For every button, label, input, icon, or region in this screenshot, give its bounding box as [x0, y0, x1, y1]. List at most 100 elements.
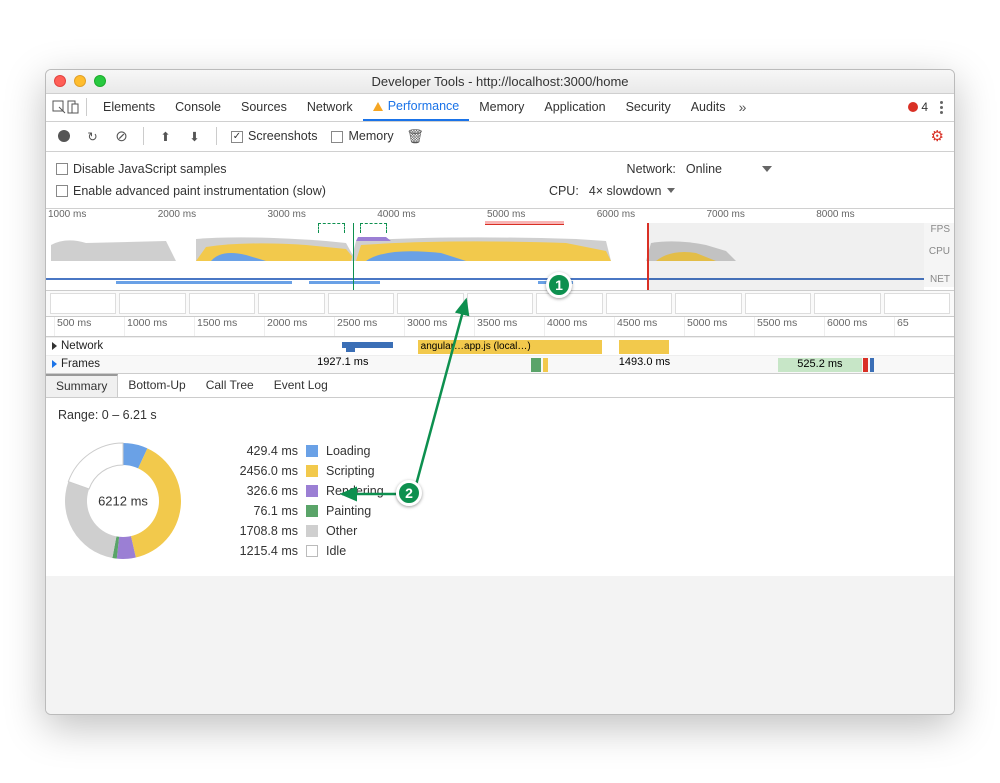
tab-label: Security [626, 100, 671, 114]
legend-row: 429.4 msLoading [228, 441, 384, 461]
warning-icon [373, 102, 383, 111]
filmstrip-frame [606, 293, 672, 314]
paint-instr-toggle[interactable]: Enable advanced paint instrumentation (s… [56, 184, 326, 198]
filmstrip-frame [745, 293, 811, 314]
network-value: Online [686, 162, 722, 176]
checkbox-icon: ✓ [231, 131, 243, 143]
filmstrip[interactable] [46, 291, 954, 317]
legend-name: Painting [326, 504, 371, 518]
frame-value: 1927.1 ms [317, 356, 368, 368]
filmstrip-frame [536, 293, 602, 314]
tab-label: Console [175, 100, 221, 114]
legend-swatch [306, 525, 318, 537]
load-icon[interactable]: ⬆ [158, 129, 173, 144]
legend-value: 326.6 ms [228, 484, 298, 498]
tab-network[interactable]: Network [297, 94, 363, 121]
screenshots-toggle[interactable]: ✓ Screenshots [231, 129, 317, 143]
time-ruler: 500 ms1000 ms1500 ms2000 ms2500 ms3000 m… [46, 317, 954, 337]
filmstrip-frame [189, 293, 255, 314]
range-label: Range: 0 – 6.21 s [58, 408, 942, 422]
legend-value: 1215.4 ms [228, 544, 298, 558]
screenshots-label: Screenshots [248, 129, 317, 143]
gc-icon[interactable]: 🗑 [408, 129, 423, 144]
summary-panel: Range: 0 – 6.21 s 6212 ms 429.4 msLoadin… [46, 398, 954, 576]
more-tabs-icon[interactable]: » [735, 100, 749, 114]
frame-value: 1493.0 ms [619, 356, 670, 368]
filmstrip-frame [328, 293, 394, 314]
overview-row-labels: FPS CPU NET [924, 223, 954, 287]
legend-row: 1708.8 ms Other [228, 521, 384, 541]
settings-gear-icon[interactable]: ⚙ [931, 127, 944, 145]
filmstrip-frame [467, 293, 533, 314]
error-badge[interactable]: 4 [908, 100, 928, 114]
dtab-label: Summary [56, 379, 107, 393]
annotation-2: 2 [396, 480, 422, 506]
checkbox-icon [56, 185, 68, 197]
inspect-icon[interactable] [52, 100, 66, 114]
legend-value: 2456.0 ms [228, 464, 298, 478]
donut-total: 6212 ms [98, 493, 148, 508]
selection-handle[interactable] [647, 223, 649, 290]
flame-tracks[interactable]: Network angular…app.js (local…) Frames 1… [46, 337, 954, 374]
filmstrip-frame [884, 293, 950, 314]
device-icon[interactable] [66, 100, 80, 114]
cpu-select[interactable]: 4× slowdown [589, 184, 676, 198]
paint-instr-label: Enable advanced paint instrumentation (s… [73, 184, 326, 198]
cpu-label: CPU: [549, 184, 579, 198]
tab-label: Sources [241, 100, 287, 114]
tab-elements[interactable]: Elements [93, 94, 165, 121]
legend-name: Idle [326, 544, 346, 558]
record-icon[interactable] [56, 129, 71, 144]
filmstrip-frame [675, 293, 741, 314]
disable-js-toggle[interactable]: Disable JavaScript samples [56, 162, 227, 176]
frame-bar [863, 358, 867, 372]
filmstrip-frame [119, 293, 185, 314]
kebab-menu-icon[interactable] [934, 101, 948, 114]
network-select[interactable]: Online [686, 162, 772, 176]
cpu-value: 4× slowdown [589, 184, 662, 198]
expand-icon[interactable] [52, 360, 57, 368]
frames-track[interactable]: Frames 1927.1 ms 1493.0 ms 525.2 ms [46, 355, 954, 373]
legend-value: 1708.8 ms [228, 524, 298, 538]
clear-icon[interactable]: ⊘ [114, 129, 129, 144]
frame-bar [531, 358, 541, 372]
range-bracket [360, 223, 386, 233]
timeline-overview[interactable]: 1000 ms2000 ms3000 ms4000 ms5000 ms6000 … [46, 209, 954, 291]
selection-shade [647, 223, 924, 290]
legend-value: 429.4 ms [228, 444, 298, 458]
range-bracket [318, 223, 344, 233]
tab-sources[interactable]: Sources [231, 94, 297, 121]
dtab-event-log[interactable]: Event Log [264, 374, 338, 397]
net-segment[interactable] [619, 340, 669, 354]
memory-label: Memory [348, 129, 393, 143]
tab-security[interactable]: Security [616, 94, 681, 121]
reload-icon[interactable]: ↻ [85, 129, 100, 144]
save-icon[interactable]: ⬇ [187, 129, 202, 144]
network-label: Network [61, 340, 103, 352]
legend-swatch [306, 445, 318, 457]
tab-performance[interactable]: Performance [363, 94, 470, 121]
legend-name: Other [326, 524, 357, 538]
filmstrip-frame [258, 293, 324, 314]
chevron-down-icon [762, 166, 772, 172]
legend-swatch [306, 465, 318, 477]
tab-console[interactable]: Console [165, 94, 231, 121]
legend-swatch [306, 545, 318, 557]
frame-bar [870, 358, 874, 372]
memory-toggle[interactable]: Memory [331, 129, 393, 143]
disable-js-label: Disable JavaScript samples [73, 162, 227, 176]
network-track[interactable]: Network angular…app.js (local…) [46, 337, 954, 355]
dtab-summary[interactable]: Summary [46, 374, 118, 397]
dtab-call-tree[interactable]: Call Tree [196, 374, 264, 397]
filmstrip-frame [814, 293, 880, 314]
frames-label: Frames [61, 358, 100, 370]
dtab-bottom-up[interactable]: Bottom-Up [118, 374, 195, 397]
dtab-label: Call Tree [206, 378, 254, 392]
legend-swatch [306, 505, 318, 517]
playhead[interactable] [353, 223, 354, 290]
tab-audits[interactable]: Audits [681, 94, 736, 121]
net-segment[interactable]: angular…app.js (local…) [418, 340, 602, 354]
tab-application[interactable]: Application [534, 94, 615, 121]
tab-memory[interactable]: Memory [469, 94, 534, 121]
expand-icon[interactable] [52, 342, 57, 350]
